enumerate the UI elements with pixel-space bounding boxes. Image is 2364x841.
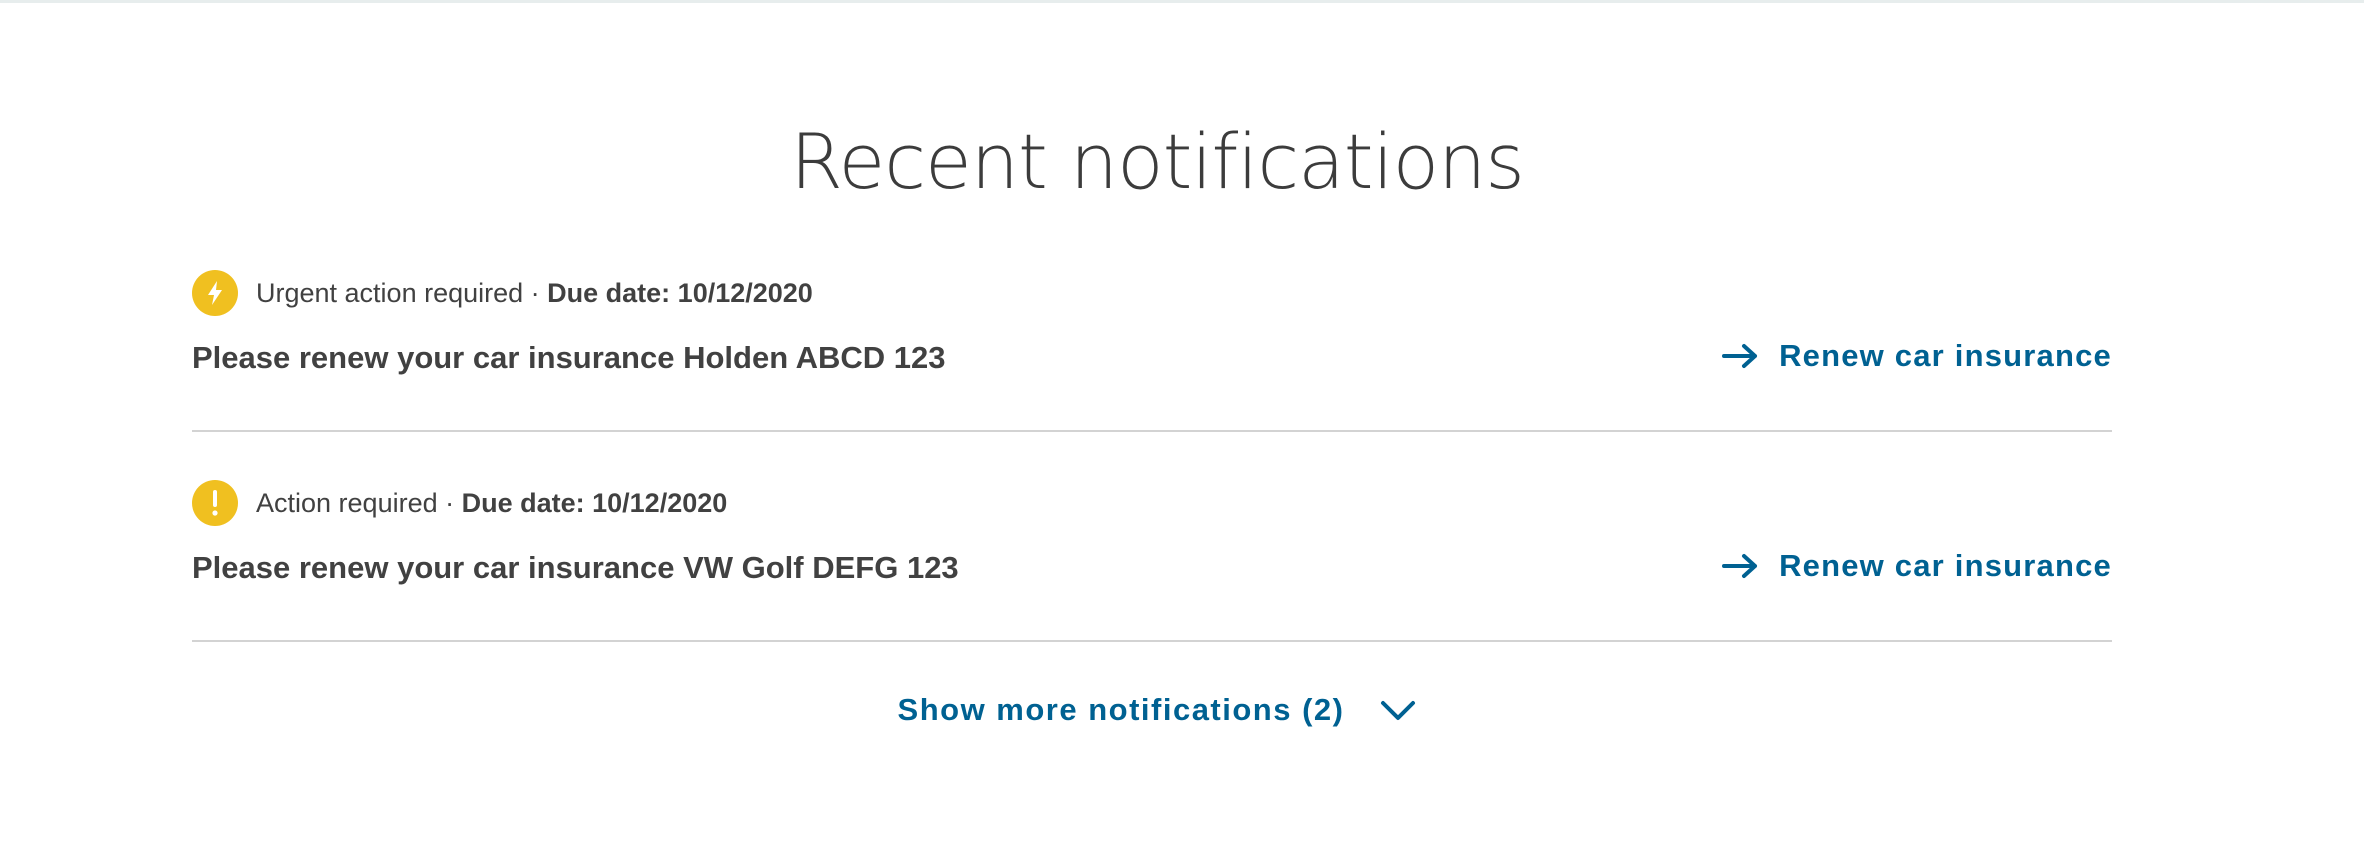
renew-car-insurance-link[interactable]: Renew car insurance — [1721, 546, 2112, 586]
status-label: Action required — [256, 487, 438, 518]
separator: · — [437, 487, 462, 518]
lightning-icon — [192, 270, 238, 316]
chevron-down-icon — [1380, 698, 1416, 722]
arrow-right-icon — [1721, 551, 1761, 581]
notification-message: Please renew your car insurance Holden A… — [192, 340, 946, 375]
renew-link-label: Renew car insurance — [1779, 338, 2112, 373]
status-label: Urgent action required — [256, 277, 524, 308]
show-more-label: Show more notifications (2) — [897, 692, 1345, 727]
show-more-notifications-button[interactable]: Show more notifications (2) — [0, 692, 2314, 728]
renew-car-insurance-link[interactable]: Renew car insurance — [1721, 336, 2112, 376]
notification-meta: Action required · Due date: 10/12/2020 — [192, 480, 727, 526]
top-divider — [0, 0, 2364, 3]
notification-item: Urgent action required · Due date: 10/12… — [192, 220, 2112, 432]
page-title: Recent notifications — [790, 117, 1525, 206]
separator: · — [523, 277, 548, 308]
due-date: Due date: 10/12/2020 — [547, 277, 813, 308]
notification-status-line: Urgent action required · Due date: 10/12… — [256, 278, 813, 309]
notification-meta: Urgent action required · Due date: 10/12… — [192, 270, 813, 316]
exclamation-icon — [192, 480, 238, 526]
notification-message: Please renew your car insurance VW Golf … — [192, 550, 959, 585]
due-date: Due date: 10/12/2020 — [461, 487, 728, 518]
notification-status-line: Action required · Due date: 10/12/2020 — [256, 488, 727, 519]
arrow-right-icon — [1721, 341, 1761, 371]
renew-link-label: Renew car insurance — [1779, 548, 2112, 583]
notification-item: Action required · Due date: 10/12/2020 P… — [192, 430, 2112, 642]
